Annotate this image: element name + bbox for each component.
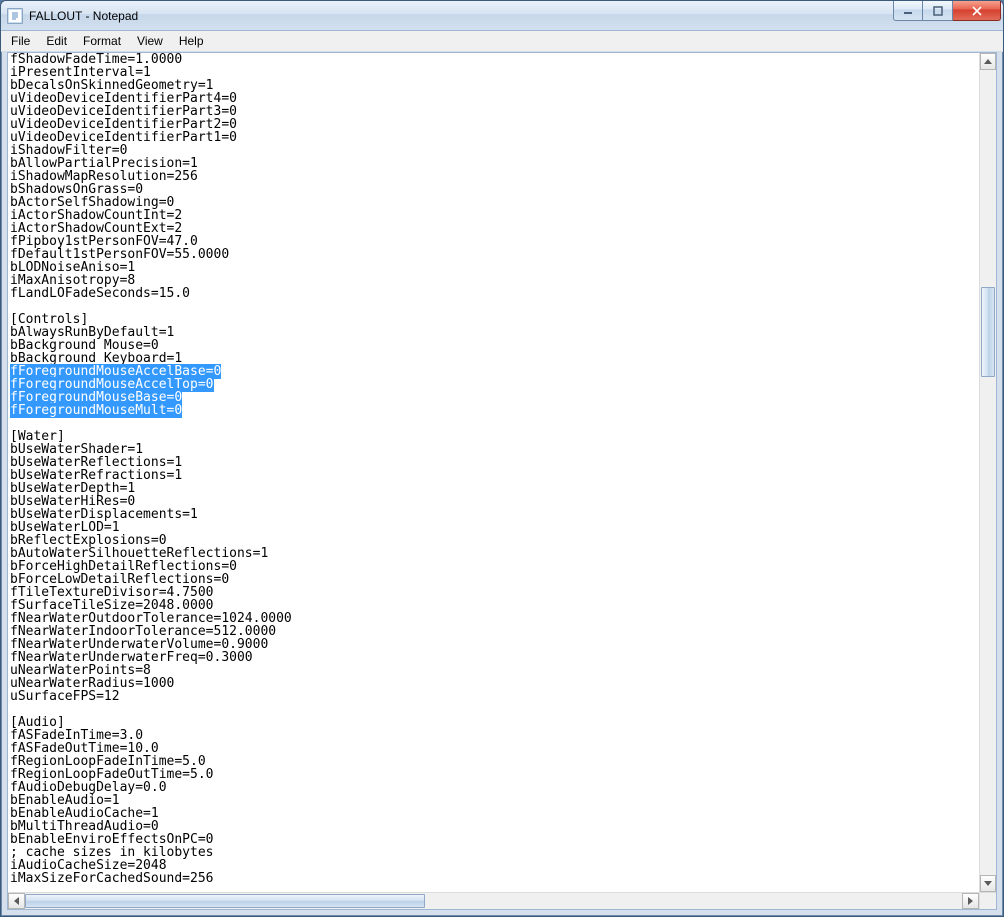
- scroll-corner: [979, 892, 996, 909]
- text-line[interactable]: iMaxSizeForCachedSound=256: [10, 872, 977, 885]
- horizontal-scrollbar[interactable]: [8, 892, 979, 909]
- text-line[interactable]: uSurfaceFPS=12: [10, 690, 977, 703]
- text-line[interactable]: fNearWaterUnderwaterFreq=0.3000: [10, 651, 977, 664]
- close-button[interactable]: [953, 1, 1001, 21]
- text-editor[interactable]: fShadowFadeTime=1.0000iPresentInterval=1…: [8, 53, 979, 892]
- window-controls: [893, 1, 1001, 30]
- notepad-window: FALLOUT - Notepad File Edit Format View …: [0, 0, 1004, 917]
- text-line[interactable]: [Water]: [10, 430, 977, 443]
- text-line[interactable]: uNearWaterRadius=1000: [10, 677, 977, 690]
- text-line[interactable]: uVideoDeviceIdentifierPart1=0: [10, 131, 977, 144]
- vertical-scroll-thumb[interactable]: [981, 287, 995, 377]
- scroll-up-button[interactable]: [980, 53, 996, 70]
- vertical-scrollbar[interactable]: [979, 53, 996, 892]
- client-area: fShadowFadeTime=1.0000iPresentInterval=1…: [7, 52, 997, 910]
- minimize-button[interactable]: [893, 1, 923, 21]
- menubar: File Edit Format View Help: [1, 31, 1003, 52]
- text-line[interactable]: bUseWaterDepth=1: [10, 482, 977, 495]
- text-line[interactable]: bLODNoiseAniso=1: [10, 261, 977, 274]
- text-line[interactable]: fShadowFadeTime=1.0000: [10, 53, 977, 66]
- editor-wrap: fShadowFadeTime=1.0000iPresentInterval=1…: [8, 53, 996, 909]
- menu-edit[interactable]: Edit: [38, 31, 75, 51]
- horizontal-scroll-thumb[interactable]: [25, 894, 425, 908]
- text-line[interactable]: [10, 417, 977, 430]
- horizontal-scroll-track[interactable]: [25, 893, 962, 909]
- text-line[interactable]: fLandLOFadeSeconds=15.0: [10, 287, 977, 300]
- text-line[interactable]: iShadowMapResolution=256: [10, 170, 977, 183]
- scroll-right-button[interactable]: [962, 893, 979, 909]
- text-line[interactable]: [10, 300, 977, 313]
- window-title: FALLOUT - Notepad: [29, 9, 138, 23]
- menu-format[interactable]: Format: [75, 31, 129, 51]
- menu-file[interactable]: File: [3, 31, 38, 51]
- text-line[interactable]: fDefault1stPersonFOV=55.0000: [10, 248, 977, 261]
- text-line[interactable]: [10, 703, 977, 716]
- maximize-button[interactable]: [923, 1, 953, 21]
- titlebar[interactable]: FALLOUT - Notepad: [1, 1, 1003, 31]
- menu-view[interactable]: View: [129, 31, 171, 51]
- text-line[interactable]: [Audio]: [10, 716, 977, 729]
- menu-help[interactable]: Help: [171, 31, 212, 51]
- text-line[interactable]: bUseWaterRefractions=1: [10, 469, 977, 482]
- vertical-scroll-track[interactable]: [980, 70, 996, 875]
- text-line[interactable]: fForegroundMouseMult=0: [10, 404, 977, 417]
- notepad-icon: [7, 8, 23, 24]
- scroll-left-button[interactable]: [8, 893, 25, 909]
- scroll-down-button[interactable]: [980, 875, 996, 892]
- text-line[interactable]: bUseWaterDisplacements=1: [10, 508, 977, 521]
- text-line[interactable]: fAudioDebugDelay=0.0: [10, 781, 977, 794]
